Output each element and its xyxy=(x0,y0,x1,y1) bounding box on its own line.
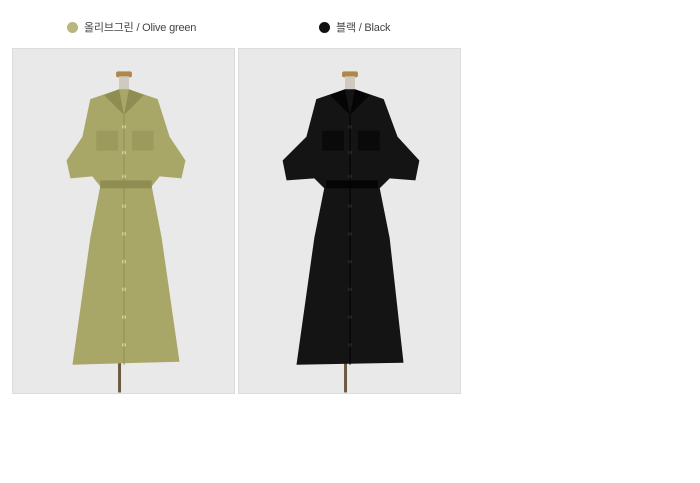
color-option-black[interactable]: 블랙 / Black xyxy=(319,18,391,36)
dress-illustration-olive xyxy=(13,49,234,393)
product-image-black[interactable] xyxy=(238,48,461,394)
olive-green-swatch xyxy=(67,21,78,33)
dress-illustration-black xyxy=(239,49,460,393)
color-option-olive-green[interactable]: 올리브그린 / Olive green xyxy=(67,18,196,36)
black-label: 블랙 / Black xyxy=(336,22,391,34)
olive-green-label: 올리브그린 / Olive green xyxy=(84,22,197,34)
black-swatch xyxy=(319,21,330,33)
product-image-olive-green[interactable] xyxy=(12,48,235,394)
